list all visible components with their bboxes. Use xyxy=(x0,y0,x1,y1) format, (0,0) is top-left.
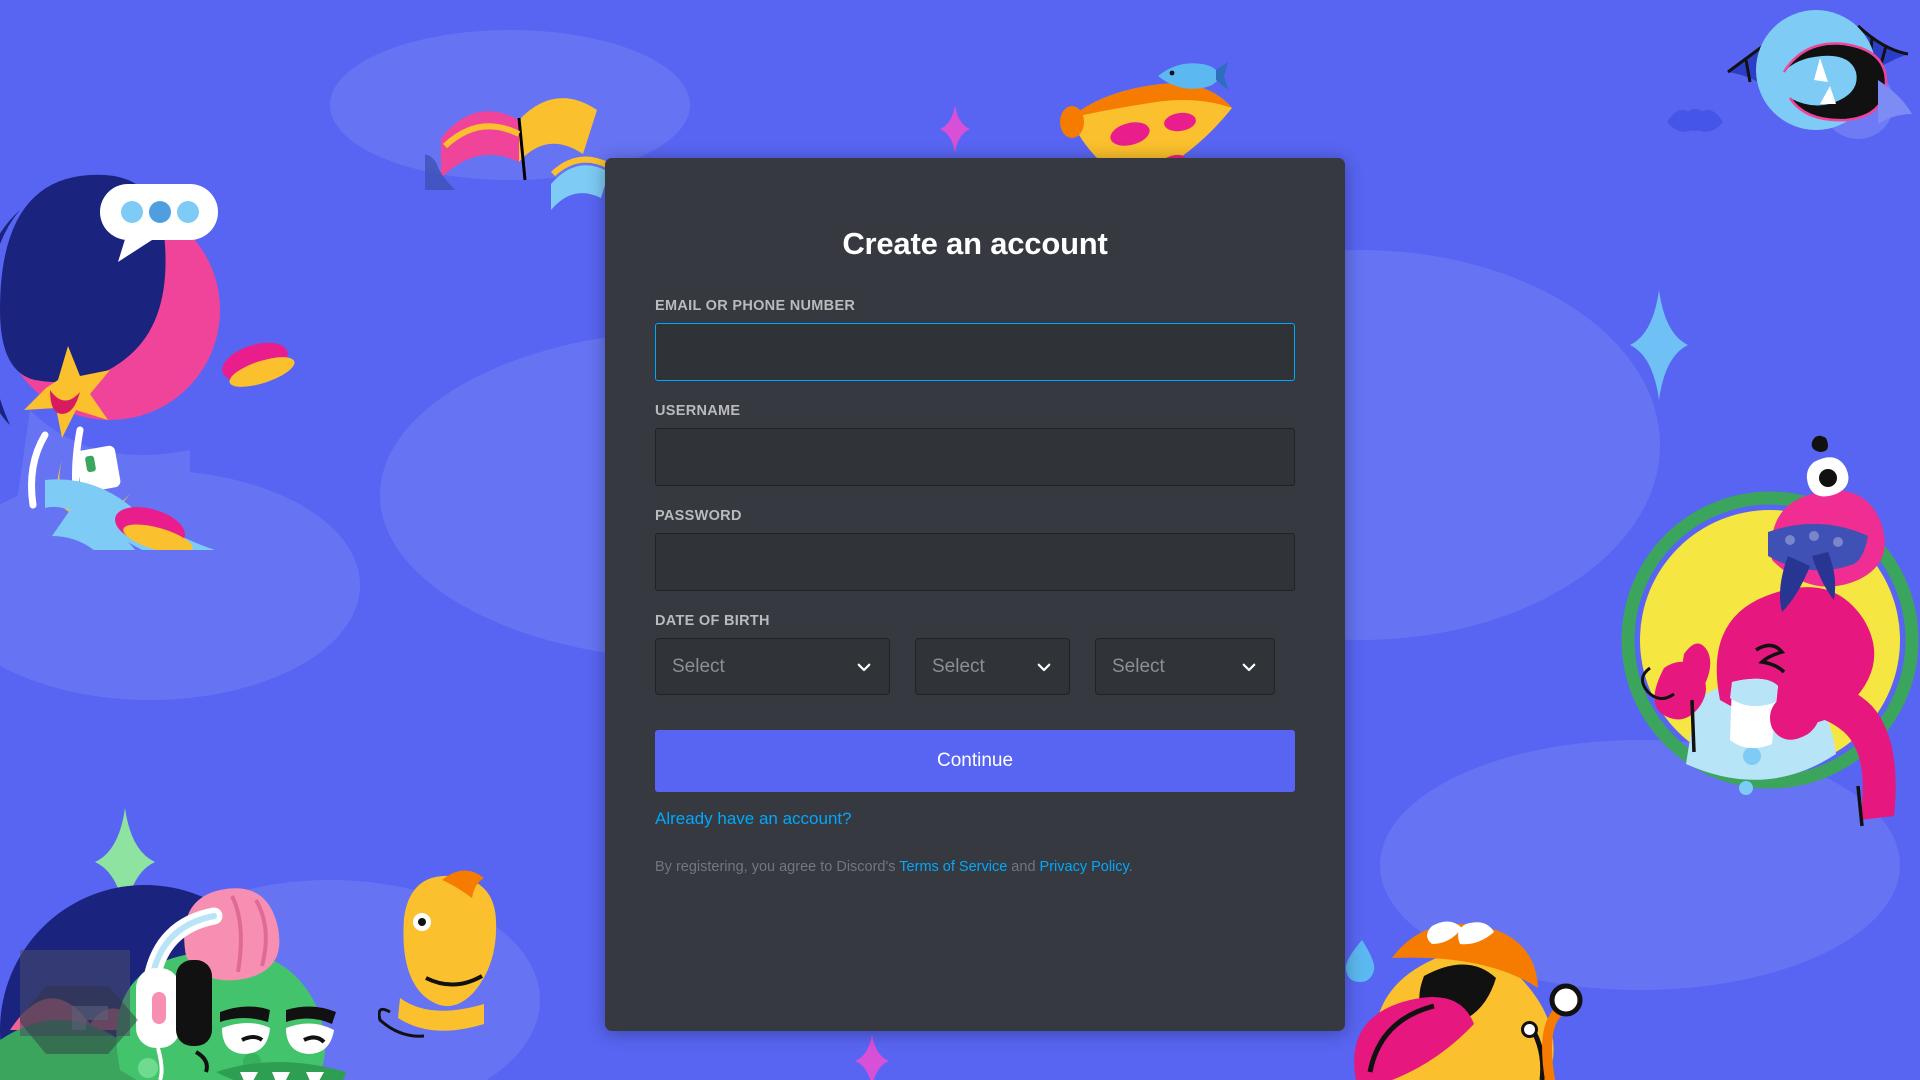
cursor-indicator xyxy=(1521,1021,1538,1038)
yellow-creature-illustration xyxy=(1354,921,1583,1080)
birth-month-value: Select xyxy=(672,655,725,677)
password-input[interactable] xyxy=(655,533,1295,591)
abstract-shape xyxy=(20,950,138,1054)
date-of-birth-label: DATE OF BIRTH xyxy=(655,613,770,629)
sparkle-icon xyxy=(855,1035,889,1080)
birth-month-select[interactable]: Select xyxy=(655,638,890,695)
legal-text: By registering, you agree to Discord's T… xyxy=(655,857,1295,877)
already-have-account-link[interactable]: Already have an account? xyxy=(655,809,852,829)
username-input[interactable] xyxy=(655,428,1295,486)
date-of-birth-group: DATE OF BIRTH Select Select Select xyxy=(655,613,1295,695)
chevron-down-icon xyxy=(857,663,871,671)
terms-of-service-link[interactable]: Terms of Service xyxy=(899,859,1007,875)
sparkle-icon xyxy=(940,105,970,153)
legal-middle: and xyxy=(1007,859,1040,875)
legal-suffix: . xyxy=(1128,859,1133,875)
create-account-modal: Create an account EMAIL OR PHONE NUMBER … xyxy=(605,158,1345,1031)
yellow-bird-illustration xyxy=(378,870,497,1038)
username-field-group: USERNAME xyxy=(655,403,1295,486)
sparkle-icon xyxy=(1630,290,1688,400)
email-input[interactable] xyxy=(655,323,1295,381)
registration-page: Create an account EMAIL OR PHONE NUMBER … xyxy=(0,0,1920,1080)
chat-bubble-icon xyxy=(100,184,218,262)
pink-creature-illustration xyxy=(1621,435,1919,827)
chevron-down-icon xyxy=(1242,663,1256,671)
email-field-group: EMAIL OR PHONE NUMBER xyxy=(655,298,1295,381)
password-field-label: PASSWORD xyxy=(655,508,742,524)
username-field-label: USERNAME xyxy=(655,403,741,419)
continue-button[interactable]: Continue xyxy=(655,730,1295,792)
birth-day-select[interactable]: Select xyxy=(915,638,1070,695)
birth-year-value: Select xyxy=(1112,655,1165,677)
birth-day-value: Select xyxy=(932,655,985,677)
chevron-down-icon xyxy=(1037,663,1051,671)
page-title: Create an account xyxy=(842,226,1108,261)
bat-silhouette-icon xyxy=(1667,109,1723,132)
privacy-policy-link[interactable]: Privacy Policy xyxy=(1040,859,1129,875)
date-of-birth-row: Select Select Select xyxy=(655,638,1295,695)
email-field-label: EMAIL OR PHONE NUMBER xyxy=(655,298,856,314)
password-field-group: PASSWORD xyxy=(655,508,1295,591)
legal-prefix: By registering, you agree to Discord's xyxy=(655,859,900,875)
birth-year-select[interactable]: Select xyxy=(1095,638,1275,695)
fish-illustration xyxy=(1158,62,1228,90)
